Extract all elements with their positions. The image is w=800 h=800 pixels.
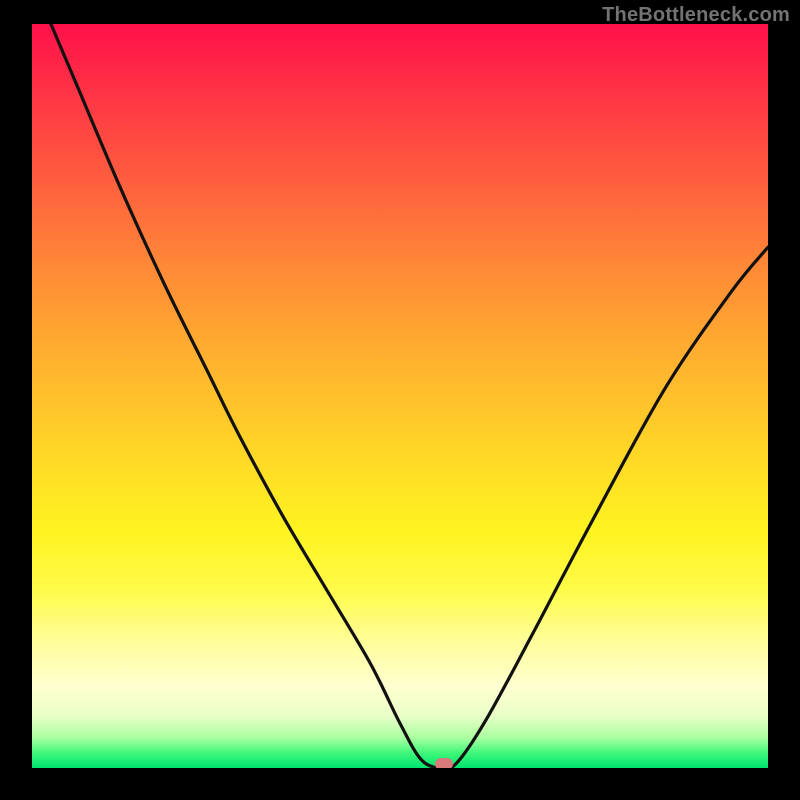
- chart-frame: TheBottleneck.com: [0, 0, 800, 800]
- optimal-point-marker: [435, 758, 453, 768]
- bottleneck-curve: [32, 24, 768, 768]
- watermark-label: TheBottleneck.com: [602, 4, 790, 27]
- plot-area: [32, 24, 768, 768]
